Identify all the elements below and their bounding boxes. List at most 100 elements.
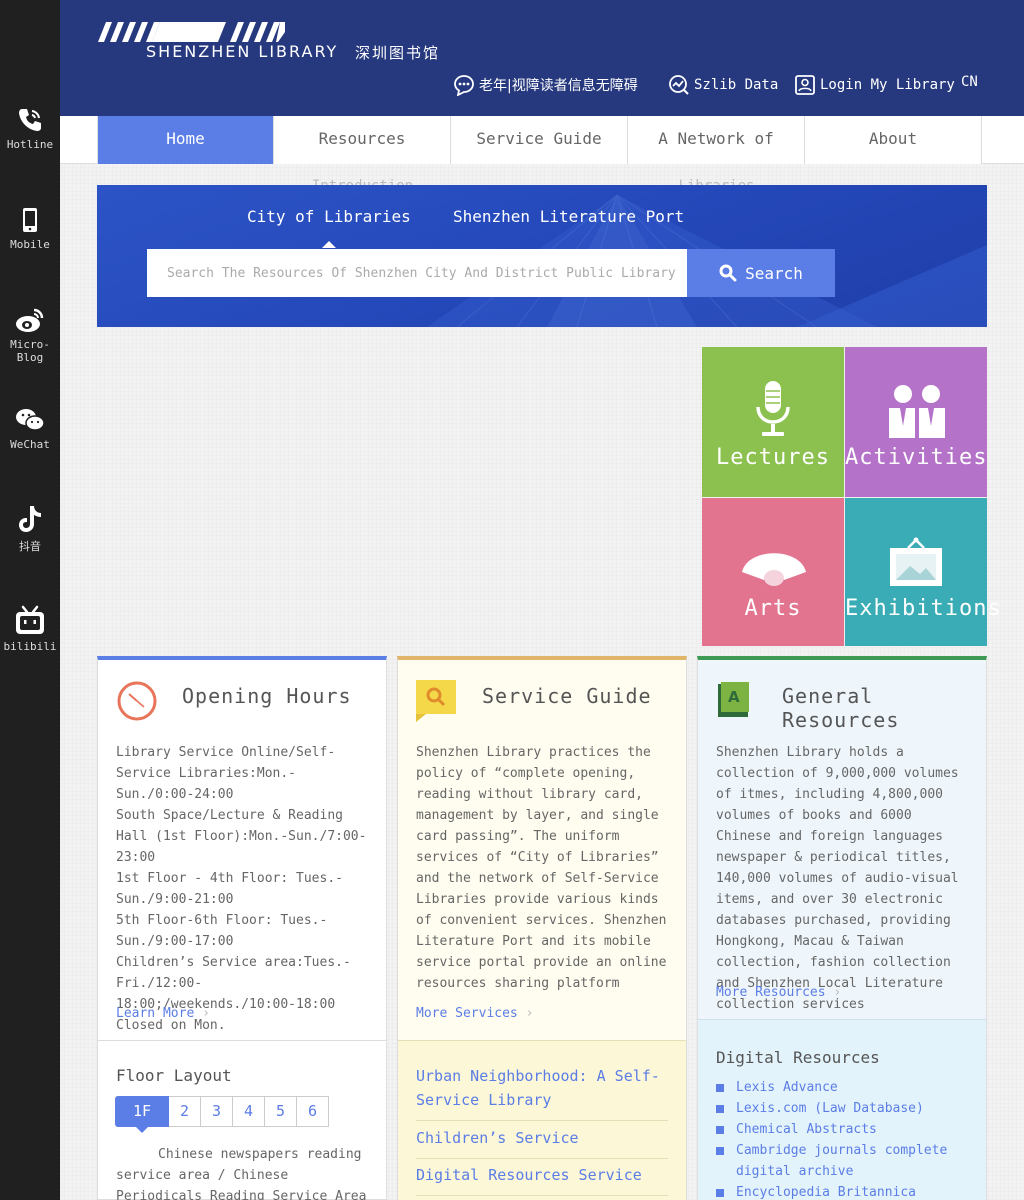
library-logo-icon [98, 22, 285, 42]
divider [98, 1040, 386, 1041]
service-guide-text: Shenzhen Library practices the policy of… [416, 745, 667, 991]
nav-service-guide[interactable]: Service Guide [451, 116, 628, 164]
chat-bubble-icon [454, 75, 474, 96]
sidebar-item-label: 抖音 [19, 540, 41, 553]
floor-tabs: 1F 2 3 4 5 6 [115, 1096, 329, 1133]
tile-arts-label: Arts [744, 596, 802, 621]
magnifier-icon [416, 680, 456, 722]
hours-line: South Space/Lecture & Reading Hall (1st … [116, 808, 367, 865]
search-icon [719, 264, 737, 282]
service-guide-card: Service Guide Shenzhen Library practices… [397, 656, 687, 1200]
floor-tab-5[interactable]: 5 [264, 1096, 297, 1127]
bilibili-icon [16, 605, 44, 634]
wechat-icon [16, 409, 45, 431]
main-nav: Home Resources Service Guide A Network o… [60, 116, 1024, 164]
people-icon [889, 385, 945, 438]
szlib-data-link[interactable]: Szlib Data [668, 74, 778, 96]
sidebar-item-mobile[interactable]: Mobile [0, 206, 60, 251]
clock-icon [117, 681, 157, 721]
sidebar-item-label: Micro-Blog [10, 338, 50, 364]
book-icon: A [718, 682, 749, 717]
tile-activities-label: Activities [845, 445, 988, 470]
hours-line: 1st Floor - 4th Floor: Tues.-Sun./9:00-2… [116, 871, 343, 907]
floor-tab-4[interactable]: 4 [232, 1096, 265, 1127]
guide-link-digital[interactable]: Digital Resources Service [416, 1163, 668, 1196]
accessibility-label: 老年|视障读者信息无障碍 [479, 78, 638, 94]
list-item[interactable]: Lexis.com (Law Database) [716, 1098, 974, 1119]
general-resources-text: Shenzhen Library holds a collection of 9… [716, 745, 959, 1012]
card-title: General Resources [782, 684, 900, 732]
tile-arts[interactable]: Arts [702, 498, 844, 646]
site-header: SHENZHEN LIBRARY 深圳图书馆 老年|视障读者信息无障碍 Szli… [60, 0, 1024, 116]
chevron-right-icon: › [525, 1006, 534, 1021]
accessibility-link[interactable]: 老年|视障读者信息无障碍 [453, 74, 638, 96]
sidebar-item-douyin[interactable]: 抖音 [0, 504, 60, 554]
list-item[interactable]: Chemical Abstracts [716, 1119, 974, 1140]
tiktok-icon [19, 506, 41, 532]
list-item[interactable]: Cambridge journals complete digital arch… [716, 1140, 974, 1182]
login-label: Login My Library [820, 77, 955, 93]
tab-city-of-libraries[interactable]: City of Libraries [247, 207, 411, 248]
nav-home[interactable]: Home [97, 116, 274, 164]
hours-line: 5th Floor-6th Floor: Tues.-Sun./9:00-17:… [116, 913, 328, 949]
data-chart-icon [669, 75, 689, 95]
tab-literature-port[interactable]: Shenzhen Literature Port [453, 207, 684, 226]
weibo-icon [16, 308, 44, 332]
tile-lectures[interactable]: Lectures [702, 347, 844, 497]
guide-link-self-service[interactable]: Urban Neighborhood: A Self-Service Libra… [416, 1064, 668, 1121]
more-services-label: More Services [416, 1006, 518, 1021]
more-services-link[interactable]: More Services › [416, 1006, 533, 1021]
chevron-right-icon: › [202, 1006, 210, 1021]
logo-text-cn: 深圳图书馆 [355, 44, 441, 62]
sidebar-item-bilibili[interactable]: bilibili [0, 604, 60, 653]
list-item[interactable]: Lexis Advance [716, 1077, 974, 1098]
tile-activities[interactable]: Activities [845, 347, 987, 497]
nav-resources[interactable]: Resources [274, 116, 451, 164]
phone-icon [19, 109, 41, 131]
tile-exhibitions[interactable]: Exhibitions [845, 498, 1002, 646]
guide-link-children[interactable]: Children’s Service [416, 1126, 668, 1159]
user-card-icon [795, 75, 815, 95]
digital-resources-title: Digital Resources [716, 1048, 880, 1067]
floor-tab-1f[interactable]: 1F [115, 1096, 169, 1133]
card-title: Service Guide [482, 684, 652, 708]
search-banner: City of Libraries Shenzhen Literature Po… [97, 185, 987, 327]
mobile-icon [23, 208, 37, 232]
tile-exhibitions-label: Exhibitions [845, 596, 1002, 621]
search-button[interactable]: Search [687, 249, 835, 297]
nav-about[interactable]: About [805, 116, 982, 164]
sidebar-item-wechat[interactable]: WeChat [0, 406, 60, 451]
language-switch[interactable]: CN [961, 74, 978, 90]
logo-text: SHENZHEN LIBRARY [146, 42, 339, 61]
microphone-icon [756, 381, 790, 436]
sidebar-item-label: Mobile [10, 238, 50, 251]
fan-icon [742, 553, 806, 586]
nav-library-network[interactable]: A Network of [628, 116, 805, 164]
learn-more-link[interactable]: Learn More › [116, 1006, 210, 1021]
more-resources-link[interactable]: More Resources › [716, 985, 841, 1000]
floor-tab-3[interactable]: 3 [200, 1096, 233, 1127]
opening-hours-text: Library Service Online/Self-Service Libr… [116, 742, 374, 1036]
digital-resources-list: Lexis Advance Lexis.com (Law Database) C… [716, 1077, 974, 1200]
picture-frame-icon [890, 537, 942, 586]
search-button-label: Search [745, 263, 803, 283]
sidebar-item-label: WeChat [10, 438, 50, 451]
szlib-data-label: Szlib Data [694, 77, 779, 93]
floor-tab-6[interactable]: 6 [296, 1096, 329, 1127]
floor-tab-2[interactable]: 2 [168, 1096, 201, 1127]
login-link[interactable]: Login My Library [794, 74, 955, 96]
search-input[interactable] [147, 249, 687, 297]
more-resources-label: More Resources [716, 985, 826, 1000]
learn-more-label: Learn More [116, 1006, 195, 1021]
list-item[interactable]: Encyclopedia Britannica [716, 1182, 974, 1200]
floor-layout-title: Floor Layout [116, 1066, 232, 1085]
svg-text:A: A [728, 688, 740, 706]
floor-description: Chinese newspapers reading service area … [116, 1147, 367, 1200]
chevron-right-icon: › [833, 985, 842, 1000]
sidebar-item-hotline[interactable]: Hotline [0, 106, 60, 151]
card-title: Opening Hours [182, 684, 352, 708]
sidebar-item-microblog[interactable]: Micro-Blog [0, 306, 60, 364]
tile-lectures-label: Lectures [716, 445, 830, 470]
language-label: CN [961, 74, 978, 90]
sidebar-item-label: Hotline [6, 138, 54, 151]
